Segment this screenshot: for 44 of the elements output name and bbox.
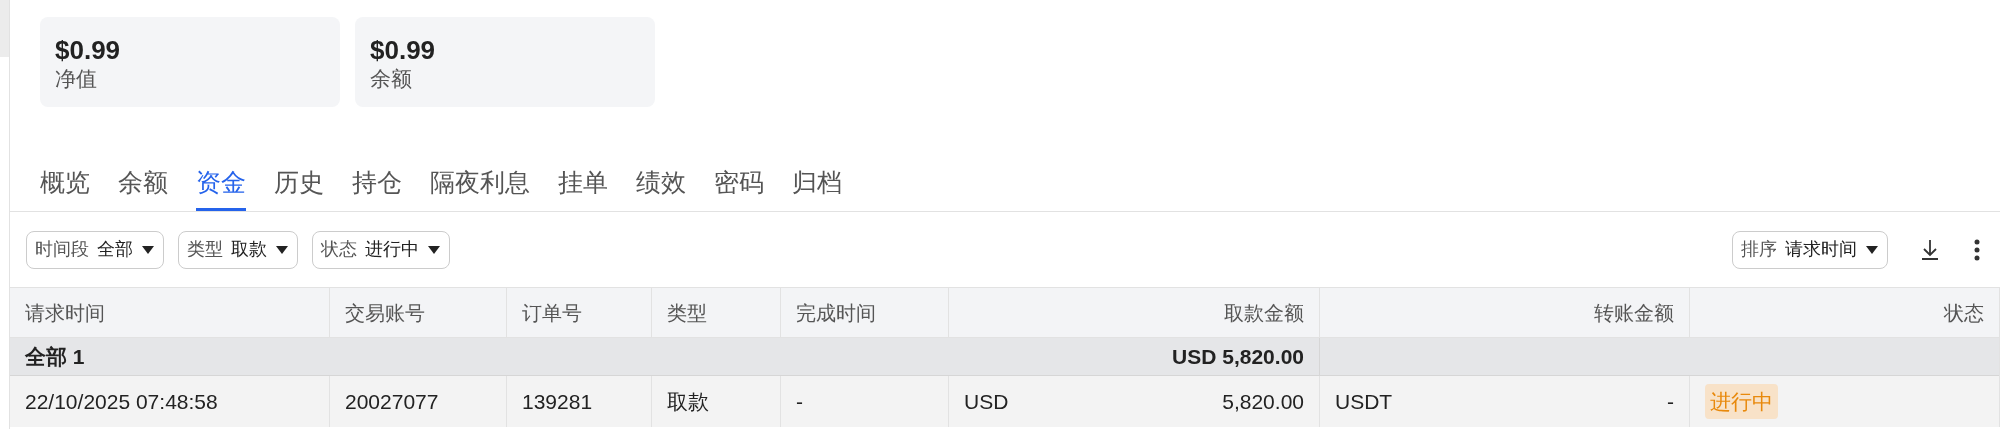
- caret-icon: [1865, 244, 1879, 255]
- table-cell: 取款: [652, 376, 781, 427]
- group-total: USD 5,820.00: [949, 338, 1320, 375]
- caret-icon: [141, 244, 155, 255]
- tab[interactable]: 绩效: [636, 166, 686, 211]
- tab[interactable]: 概览: [40, 166, 90, 211]
- sort-dropdown[interactable]: 排序 请求时间: [1732, 230, 1888, 269]
- amount-text: -: [1667, 388, 1674, 415]
- status-badge: 进行中: [1705, 383, 1778, 420]
- table-cell: 20027077: [330, 376, 507, 427]
- group-label: 全部 1: [24, 343, 86, 370]
- caret-icon: [275, 244, 289, 255]
- column-header: 转账金额: [1320, 288, 1690, 337]
- tab[interactable]: 历史: [274, 166, 324, 211]
- tab[interactable]: 余额: [118, 166, 168, 211]
- column-header: 状态: [1943, 300, 1985, 326]
- more-icon[interactable]: [1974, 238, 1980, 261]
- filter-dropdown[interactable]: 时间段 全部: [26, 230, 164, 269]
- table-cell: -: [781, 376, 949, 427]
- tab[interactable]: 持仓: [352, 166, 402, 211]
- download-icon[interactable]: [1920, 238, 1940, 261]
- column-header: 订单号: [507, 288, 652, 337]
- currency-text: USD: [964, 388, 1009, 415]
- card-label: 余额: [370, 66, 413, 92]
- table-cell: 22/10/2025 07:48:58: [10, 376, 330, 427]
- tab[interactable]: 挂单: [558, 166, 608, 211]
- column-header: 完成时间: [781, 288, 949, 337]
- column-header: 取款金额: [949, 288, 1320, 337]
- column-header: 交易账号: [330, 288, 507, 337]
- card-label: 净值: [55, 66, 98, 92]
- tab[interactable]: 隔夜利息: [430, 166, 530, 211]
- column-header: 请求时间: [10, 288, 330, 337]
- caret-icon: [427, 244, 441, 255]
- currency-text: USDT: [1335, 388, 1393, 415]
- filter-dropdown[interactable]: 状态 进行中: [312, 230, 450, 269]
- table-cell: 139281: [507, 376, 652, 427]
- tab[interactable]: 归档: [792, 166, 842, 211]
- column-header: 类型: [652, 288, 781, 337]
- card-value: $0.99: [55, 35, 122, 65]
- amount-text: 5,820.00: [1222, 388, 1304, 415]
- tab[interactable]: 资金: [196, 166, 246, 211]
- filter-dropdown[interactable]: 类型 取款: [178, 230, 298, 269]
- tab[interactable]: 密码: [714, 166, 764, 211]
- card-value: $0.99: [370, 35, 437, 65]
